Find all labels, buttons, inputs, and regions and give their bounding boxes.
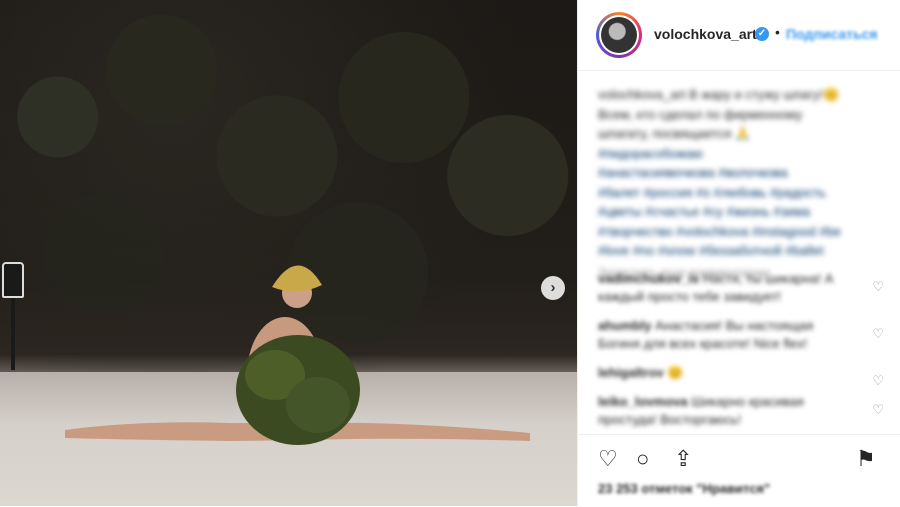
carousel-next-button[interactable]: › (541, 276, 565, 300)
comment-item: lehigaltrov 😊 ♡ (598, 364, 888, 388)
post-caption: volochkova_art В жару и стужу шпагу!😊 Вс… (598, 85, 883, 282)
hashtag-line[interactable]: #анастасиявочкова #волочкова (598, 163, 883, 183)
comment-like-heart-icon[interactable]: ♡ (872, 278, 884, 296)
hashtag-line[interactable]: #цветы #счастье #су #жизнь #зима (598, 202, 883, 222)
hashtag-line[interactable]: #love #no #snow #беззаботной #ballet (598, 241, 883, 261)
comment-username[interactable]: lehigaltrov (598, 365, 664, 380)
caption-line: volochkova_art В жару и стужу шпагу!😊 (598, 87, 840, 102)
hashtag-line[interactable]: #творчество #volochkova #instagood #be (598, 222, 883, 242)
comment-like-heart-icon[interactable]: ♡ (872, 372, 884, 390)
separator-dot: • (775, 24, 780, 40)
comment-like-heart-icon[interactable]: ♡ (872, 401, 884, 419)
bookmark-icon[interactable]: ⚑ (856, 447, 876, 471)
comment-item: ahumbly Анастасия! Вы настоящая Богиня д… (598, 317, 888, 353)
dancer-figure (65, 265, 530, 445)
comment-bubble-icon[interactable]: ○ (636, 447, 649, 471)
post-header: volochkova_art ✓ • Подписаться (578, 0, 900, 71)
verified-badge-icon: ✓ (755, 27, 769, 41)
post-sidebar: volochkova_art ✓ • Подписаться volochkov… (577, 0, 900, 506)
share-icon[interactable]: ⇪ (674, 447, 692, 471)
avatar[interactable] (596, 12, 642, 58)
comment-text: 😊 (667, 365, 684, 380)
comment-like-heart-icon[interactable]: ♡ (872, 325, 884, 343)
follow-button[interactable]: Подписаться (786, 26, 878, 42)
caption-line: шпагату, посвящается 🙏 (598, 126, 752, 141)
username-link[interactable]: volochkova_art (654, 26, 757, 42)
comment-username[interactable]: leiko_lovmova (598, 394, 688, 409)
post-photo[interactable]: › (0, 0, 577, 506)
street-lamp (2, 262, 24, 370)
comment-item: leiko_lovmova Шикарно красивая простуда!… (598, 393, 888, 429)
comment-username[interactable]: vadimchukov_is (598, 271, 699, 286)
comment-item: vadimchukov_is Настя, ты шикарна! А кажд… (598, 270, 888, 306)
hashtag-line[interactable]: #балет #россия #s #любовь #радость (598, 183, 883, 203)
likes-count[interactable]: 23 253 отметок "Нравится" (598, 481, 770, 496)
comments-list: vadimchukov_is Настя, ты шикарна! А кажд… (598, 270, 888, 440)
like-heart-icon[interactable]: ♡ (598, 447, 618, 471)
comment-username[interactable]: ahumbly (598, 318, 651, 333)
post-actions-bar: ♡ ○ ⇪ ⚑ 23 253 отметок "Нравится" (578, 434, 900, 507)
hashtag-line[interactable]: #пидорасобожаю (598, 144, 883, 164)
caption-line: Всем, кто сделал по фирменному (598, 106, 803, 122)
